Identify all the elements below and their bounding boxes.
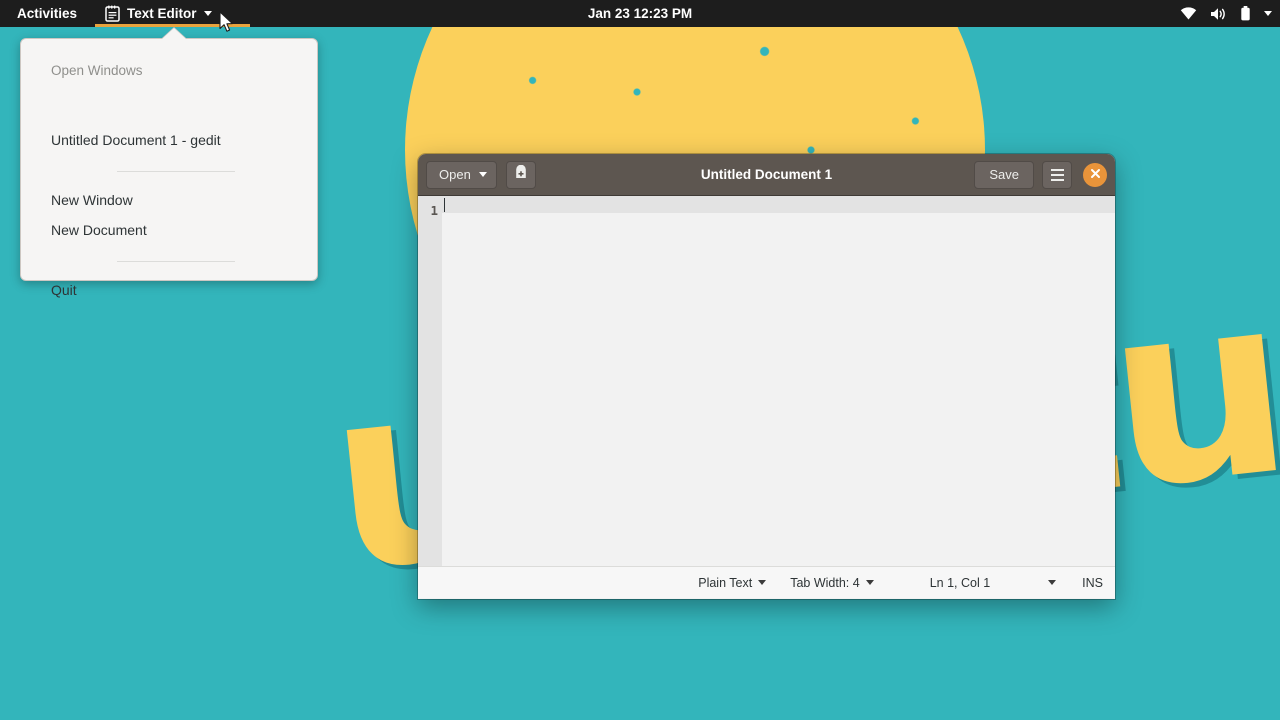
save-button[interactable]: Save bbox=[974, 161, 1034, 189]
insert-mode-indicator: INS bbox=[1068, 567, 1105, 599]
cursor-position-selector[interactable]: Ln 1, Col 1 bbox=[886, 567, 1068, 599]
menu-separator-2 bbox=[117, 261, 235, 262]
menu-section-heading: Open Windows bbox=[51, 63, 143, 78]
battery-icon bbox=[1240, 6, 1251, 21]
menu-item-open-window[interactable]: Untitled Document 1 - gedit bbox=[51, 132, 221, 148]
system-status-area[interactable] bbox=[1180, 0, 1272, 27]
text-editor-icon bbox=[105, 5, 120, 22]
activities-button[interactable]: Activities bbox=[8, 0, 86, 27]
cursor-position-label: Ln 1, Col 1 bbox=[930, 576, 990, 590]
gnome-top-bar: Activities Text Editor Jan 23 12:23 PM bbox=[0, 0, 1280, 27]
chevron-down-icon bbox=[1048, 580, 1056, 585]
menu-pointer-arrow bbox=[162, 28, 186, 39]
current-line-highlight bbox=[442, 196, 1115, 213]
text-input-surface[interactable] bbox=[442, 196, 1115, 566]
chevron-down-icon bbox=[479, 172, 487, 177]
save-button-label: Save bbox=[989, 167, 1019, 182]
menu-item-new-document[interactable]: New Document bbox=[51, 222, 147, 238]
tab-width-selector[interactable]: Tab Width: 4 bbox=[778, 567, 885, 599]
chevron-down-icon bbox=[204, 11, 212, 16]
new-document-button[interactable] bbox=[506, 161, 536, 189]
menu-item-quit[interactable]: Quit bbox=[51, 282, 77, 298]
language-label: Plain Text bbox=[698, 576, 752, 590]
chevron-down-icon bbox=[758, 580, 766, 585]
hamburger-menu-button[interactable] bbox=[1042, 161, 1072, 189]
line-number: 1 bbox=[418, 202, 438, 219]
open-button[interactable]: Open bbox=[426, 161, 497, 189]
language-selector[interactable]: Plain Text bbox=[686, 567, 778, 599]
chevron-down-icon bbox=[1264, 11, 1272, 16]
app-menu-button[interactable]: Text Editor bbox=[95, 0, 222, 27]
activities-label: Activities bbox=[17, 6, 77, 21]
insert-mode-label: INS bbox=[1082, 576, 1103, 590]
menu-item-new-window[interactable]: New Window bbox=[51, 192, 133, 208]
editor-area[interactable]: 1 bbox=[418, 196, 1115, 566]
text-caret bbox=[444, 198, 445, 212]
gedit-window: Open Untitled Document 1 Save bbox=[418, 154, 1115, 599]
app-dropdown-menu: Open Windows Untitled Document 1 - gedit… bbox=[20, 38, 318, 281]
open-button-label: Open bbox=[439, 167, 471, 182]
close-icon bbox=[1090, 166, 1101, 184]
app-menu-label: Text Editor bbox=[127, 6, 197, 21]
close-window-button[interactable] bbox=[1083, 163, 1107, 187]
volume-icon bbox=[1210, 7, 1227, 21]
window-headerbar: Open Untitled Document 1 Save bbox=[418, 154, 1115, 196]
clock-label: Jan 23 12:23 PM bbox=[588, 6, 692, 21]
headerbar-right-controls: Save bbox=[974, 161, 1107, 189]
status-bar: Plain Text Tab Width: 4 Ln 1, Col 1 INS bbox=[418, 566, 1115, 598]
line-number-gutter: 1 bbox=[418, 196, 442, 566]
wifi-icon bbox=[1180, 7, 1197, 20]
menu-separator-1 bbox=[117, 171, 235, 172]
tab-width-label: Tab Width: 4 bbox=[790, 576, 859, 590]
hamburger-menu-icon bbox=[1051, 169, 1064, 181]
mouse-cursor bbox=[219, 11, 237, 40]
new-document-icon bbox=[513, 165, 529, 184]
chevron-down-icon bbox=[866, 580, 874, 585]
